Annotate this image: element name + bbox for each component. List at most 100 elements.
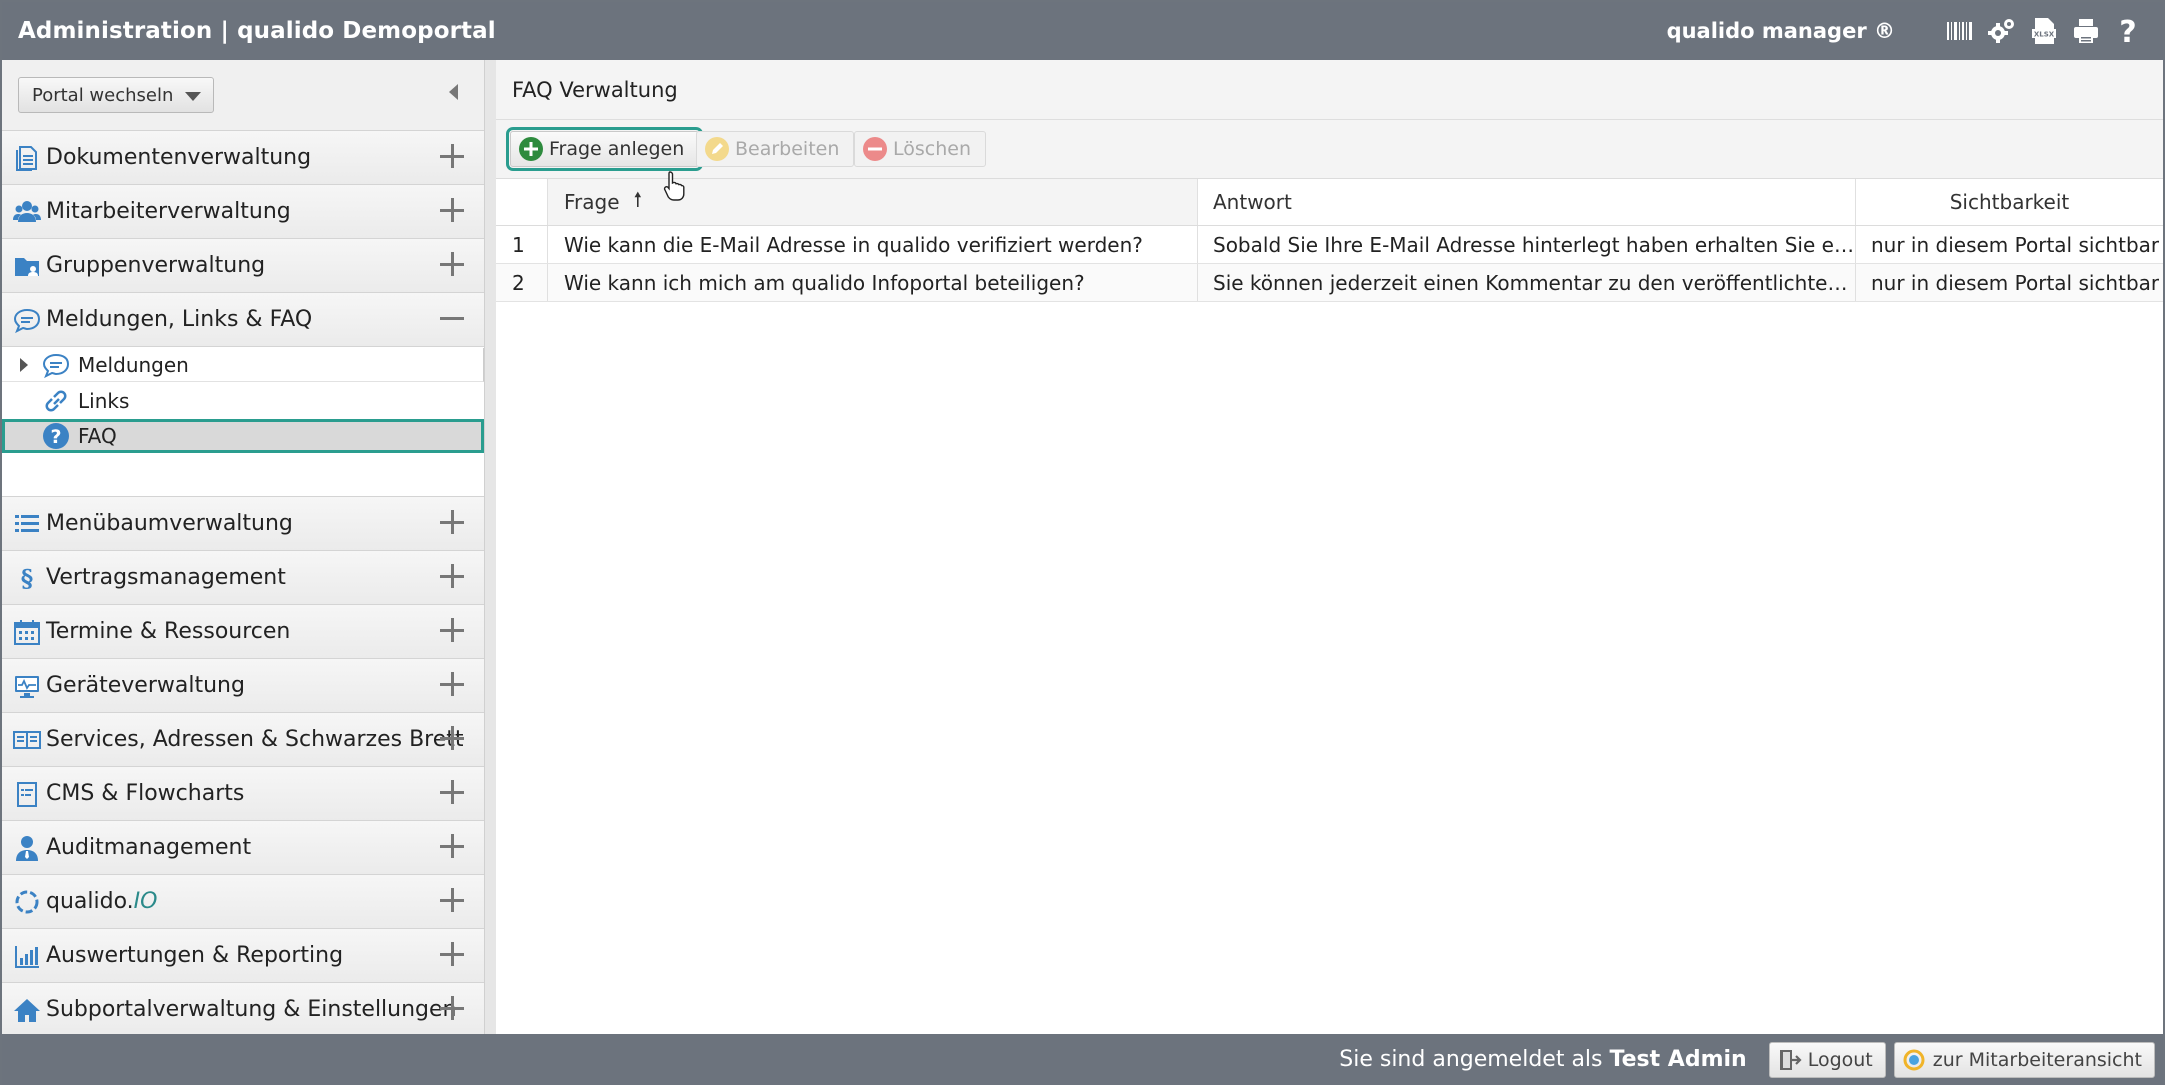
expand-plus-icon[interactable] (440, 995, 466, 1021)
svg-text:§: § (21, 564, 34, 592)
expand-arrow-icon[interactable] (20, 358, 28, 372)
cell-sichtbarkeit: nur in diesem Portal sichtbar (1856, 264, 2163, 301)
top-bar: Administration | qualido Demoportal qual… (2, 2, 2163, 60)
sidebar-subitem-label: Links (78, 389, 130, 413)
delete-button[interactable]: Löschen (854, 131, 986, 167)
expand-plus-icon[interactable] (440, 833, 466, 859)
sidebar-item-mitarbeiterverwaltung[interactable]: Mitarbeiterverwaltung (2, 184, 484, 238)
sidebar-subitem-label: FAQ (78, 424, 117, 448)
expand-plus-icon[interactable] (440, 509, 466, 535)
sidebar-item-auditmanagement[interactable]: Auditmanagement (2, 820, 484, 874)
column-header-frage[interactable]: Frage 🠕 (548, 179, 1198, 225)
sidebar-subitem-faq[interactable]: ? FAQ (2, 419, 484, 453)
sidebar-item-label: Vertragsmanagement (46, 565, 286, 590)
cell-sichtbarkeit: nur in diesem Portal sichtbar (1856, 226, 2163, 263)
sidebar-item-qualido-io[interactable]: qualido.IO (2, 874, 484, 928)
column-header-sichtbarkeit[interactable]: Sichtbarkeit (1856, 179, 2163, 225)
row-number-text: 1 (512, 232, 525, 257)
home-icon (12, 995, 42, 1025)
sidebar-item-auswertungen-reporting[interactable]: Auswertungen & Reporting (2, 928, 484, 982)
barcode-icon[interactable] (1943, 14, 1977, 48)
add-question-button[interactable]: Frage anlegen (505, 127, 704, 171)
sidebar-subitem-meldungen[interactable]: Meldungen (2, 348, 484, 382)
sidebar-item-menuebaumverwaltung[interactable]: Menübaumverwaltung (2, 496, 484, 550)
sidebar-item-label: Auswertungen & Reporting (46, 943, 344, 968)
column-header-label: Antwort (1213, 190, 1292, 214)
minus-circle-icon (863, 137, 887, 161)
address-book-icon (12, 725, 42, 755)
question-icon: ? (42, 422, 70, 450)
table-row[interactable]: 2 Wie kann ich mich am qualido Infoporta… (496, 264, 2163, 302)
expand-plus-icon[interactable] (440, 779, 466, 805)
cms-icon (12, 779, 42, 809)
sidebar-item-label: qualido.IO (46, 889, 157, 914)
sidebar-splitter[interactable] (484, 60, 496, 1034)
sidebar: Portal wechseln Dokumentenverwaltung Mit… (2, 60, 484, 1036)
sidebar-item-meldungen-links-faq[interactable]: Meldungen, Links & FAQ (2, 292, 484, 346)
table-row[interactable]: 1 Wie kann die E-Mail Adresse in qualido… (496, 226, 2163, 264)
sidebar-item-label: Subportalverwaltung & Einstellungen (46, 997, 457, 1022)
sidebar-item-services-adressen[interactable]: Services, Adressen & Schwarzes Brett (2, 712, 484, 766)
sidebar-item-geraeteverwaltung[interactable]: Geräteverwaltung (2, 658, 484, 712)
column-header-antwort[interactable]: Antwort (1198, 179, 1856, 225)
plus-circle-icon (519, 137, 543, 161)
portal-switch-dropdown[interactable]: Portal wechseln (18, 77, 214, 113)
cell-frage: Wie kann die E-Mail Adresse in qualido v… (548, 226, 1198, 263)
chat-bubble-icon (42, 351, 70, 379)
expand-plus-icon[interactable] (440, 671, 466, 697)
bar-chart-icon (12, 941, 42, 971)
expand-plus-icon[interactable] (440, 941, 466, 967)
sidebar-item-subportalverwaltung[interactable]: Subportalverwaltung & Einstellungen (2, 982, 484, 1036)
column-header-label: Sichtbarkeit (1949, 190, 2070, 214)
expand-plus-icon[interactable] (440, 725, 466, 751)
employee-view-label: zur Mitarbeiteransicht (1932, 1048, 2142, 1071)
sidebar-item-label: Services, Adressen & Schwarzes Brett (46, 727, 464, 752)
toolbar: Frage anlegen Bearbeiten Löschen (496, 120, 2163, 178)
monitor-icon (12, 671, 42, 701)
brand-label: qualido manager ® (1666, 19, 1895, 43)
expand-plus-icon[interactable] (440, 143, 466, 169)
svg-text:?: ? (2119, 16, 2136, 46)
users-icon (12, 197, 42, 227)
column-header-label: Frage (564, 190, 620, 214)
app-window: Administration | qualido Demoportal qual… (0, 0, 2165, 1085)
portal-switch-label: Portal wechseln (32, 84, 174, 106)
collapse-minus-icon[interactable] (440, 305, 466, 331)
logged-in-prefix: Sie sind angemeldet als (1339, 1047, 1603, 1072)
print-icon[interactable] (2069, 14, 2103, 48)
sidebar-item-label: Geräteverwaltung (46, 673, 245, 698)
qualido-label: qualido. (46, 889, 134, 914)
employee-view-button[interactable]: zur Mitarbeiteransicht (1893, 1041, 2155, 1078)
cell-antwort: Sobald Sie Ihre E-Mail Adresse hinterleg… (1198, 226, 1856, 263)
hand-cursor-icon (662, 170, 688, 202)
sidebar-item-label: Auditmanagement (46, 835, 252, 860)
delete-label: Löschen (893, 138, 971, 160)
expand-plus-icon[interactable] (440, 197, 466, 223)
gears-icon[interactable] (1985, 14, 2019, 48)
sidebar-item-termine-ressourcen[interactable]: Termine & Ressourcen (2, 604, 484, 658)
cell-sichtbarkeit-text: nur in diesem Portal sichtbar (1871, 232, 2160, 257)
expand-plus-icon[interactable] (440, 563, 466, 589)
sort-ascending-icon: 🠕 (633, 187, 643, 211)
logout-button[interactable]: Logout (1768, 1041, 1886, 1078)
logged-in-info: Sie sind angemeldet als Test Admin (1339, 1047, 1746, 1072)
xlsx-export-icon[interactable]: XLSX (2027, 14, 2061, 48)
sidebar-item-vertragsmanagement[interactable]: § Vertragsmanagement (2, 550, 484, 604)
expand-plus-icon[interactable] (440, 887, 466, 913)
help-icon[interactable]: ? (2111, 14, 2145, 48)
cell-sichtbarkeit-text: nur in diesem Portal sichtbar (1871, 270, 2160, 295)
table-header: Frage 🠕 Antwort Sichtbarkeit (496, 178, 2163, 226)
sidebar-item-dokumentenverwaltung[interactable]: Dokumentenverwaltung (2, 130, 484, 184)
expand-plus-icon[interactable] (440, 617, 466, 643)
cell-frage: Wie kann ich mich am qualido Infoportal … (548, 264, 1198, 301)
sidebar-item-gruppenverwaltung[interactable]: Gruppenverwaltung (2, 238, 484, 292)
logout-door-icon (1776, 1047, 1802, 1073)
collapse-sidebar-icon[interactable] (449, 84, 458, 100)
sidebar-item-label: Gruppenverwaltung (46, 253, 266, 278)
sidebar-subitem-links[interactable]: Links (2, 384, 484, 418)
cell-antwort: Sie können jederzeit einen Kommentar zu … (1198, 264, 1856, 301)
expand-plus-icon[interactable] (440, 251, 466, 277)
sidebar-item-cms-flowcharts[interactable]: CMS & Flowcharts (2, 766, 484, 820)
cell-frage-text: Wie kann die E-Mail Adresse in qualido v… (564, 232, 1143, 257)
edit-button[interactable]: Bearbeiten (696, 131, 855, 167)
